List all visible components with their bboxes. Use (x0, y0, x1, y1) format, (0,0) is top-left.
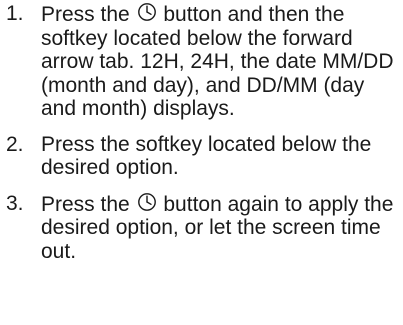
step-text-before-icon: Press the (41, 192, 136, 216)
instruction-steps: 1. Press the button and then the softkey… (6, 2, 403, 263)
step-text: Press the button and then the softkey lo… (41, 2, 403, 121)
step-number: 1. (6, 2, 24, 25)
clock-icon (137, 192, 157, 212)
step-text: Press the softkey located below the desi… (41, 132, 372, 180)
step-3: 3. Press the button again to apply the d… (6, 192, 403, 264)
step-number: 2. (6, 132, 24, 156)
instruction-page: 1. Press the button and then the softkey… (0, 0, 403, 325)
step-2: 2. Press the softkey located below the d… (6, 133, 403, 180)
step-text-before-icon: Press the (41, 3, 136, 26)
step-1: 1. Press the button and then the softkey… (6, 2, 403, 121)
step-number: 3. (6, 191, 24, 215)
clock-icon (137, 2, 157, 22)
step-text: Press the button again to apply the desi… (41, 192, 403, 264)
